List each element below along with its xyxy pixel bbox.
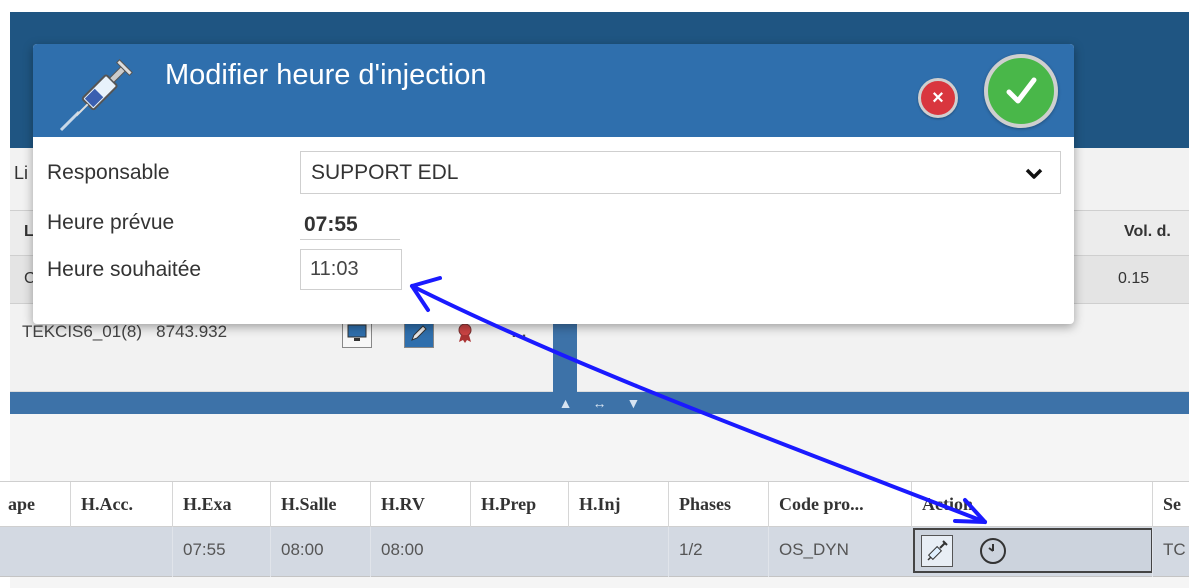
resize-horizontal-icon[interactable]: ↔ [593,395,607,411]
heure-souhaitee-input[interactable] [300,249,402,290]
column-header-se[interactable]: Se [1152,482,1189,528]
close-icon: × [932,86,944,109]
column-header-h-prep[interactable]: H.Prep [470,482,568,528]
heure-prevue-value: 07:55 [304,213,358,236]
cell-h-rv: 08:00 [370,527,470,577]
chevron-down-icon[interactable]: ▼ [627,395,641,411]
award-icon [458,323,472,343]
background-label-fragment: Li [14,163,29,183]
confirm-button[interactable] [984,54,1058,128]
responsable-select[interactable]: SUPPORT EDL [300,151,1061,194]
column-header-h-rv[interactable]: H.RV [370,482,470,528]
responsable-select-value: SUPPORT EDL [311,161,459,184]
horizontal-splitter[interactable]: ▲ ↔ ▼ [10,392,1189,414]
cell-action [913,528,1153,573]
column-header-code-protocole[interactable]: Code pro... [768,482,911,528]
exam-code: TEKCIS6_01(8) 8743.932 [22,322,227,342]
exam-value-text: 8743.932 [156,322,228,341]
dialog-header: Modifier heure d'injection × [33,44,1074,137]
cell-h-exa: 07:55 [172,527,270,577]
injection-button[interactable] [921,535,953,567]
cancel-button[interactable]: × [918,78,958,118]
heure-prevue-label: Heure prévue [47,211,175,234]
syringe-icon [59,59,133,132]
table-row[interactable]: 07:55 08:00 08:00 1/2 OS_DYN TC [0,527,1189,577]
clock-icon [980,538,1006,564]
exam-toolbar: TEKCIS6_01(8) 8743.932 … [10,318,570,358]
clock-button[interactable] [977,535,1009,567]
chevron-up-icon[interactable]: ▲ [559,395,573,411]
column-header-action[interactable]: Action [911,482,1152,528]
checkmark-icon [1006,77,1037,104]
syringe-icon [927,540,948,561]
schedule-table-header: ape H.Acc. H.Exa H.Salle H.RV H.Prep H.I… [0,481,1189,528]
column-header-ape[interactable]: ape [0,482,70,528]
column-header-h-acc[interactable]: H.Acc. [70,482,172,528]
pencil-icon [411,325,427,341]
cell-code-protocole: OS_DYN [768,527,911,577]
cell-se: TC [1152,527,1189,577]
background-grid-header-vol: Vol. d. [1124,223,1171,240]
background-grid-cell-vol: 0.15 [1118,270,1150,287]
divider [300,239,400,240]
cell-phases: 1/2 [668,527,768,577]
column-header-phases[interactable]: Phases [668,482,768,528]
monitor-icon [347,324,367,341]
dialog-title: Modifier heure d'injection [165,59,487,91]
column-header-h-inj[interactable]: H.Inj [568,482,668,528]
column-header-h-salle[interactable]: H.Salle [270,482,370,528]
cell-h-salle: 08:00 [270,527,370,577]
column-header-h-exa[interactable]: H.Exa [172,482,270,528]
chevron-down-icon [1025,168,1043,179]
modify-injection-time-dialog: Modifier heure d'injection × Responsable… [33,44,1074,324]
exam-code-text: TEKCIS6_01(8) [22,322,142,341]
responsable-label: Responsable [47,161,170,184]
heure-souhaitee-label: Heure souhaitée [47,258,202,281]
